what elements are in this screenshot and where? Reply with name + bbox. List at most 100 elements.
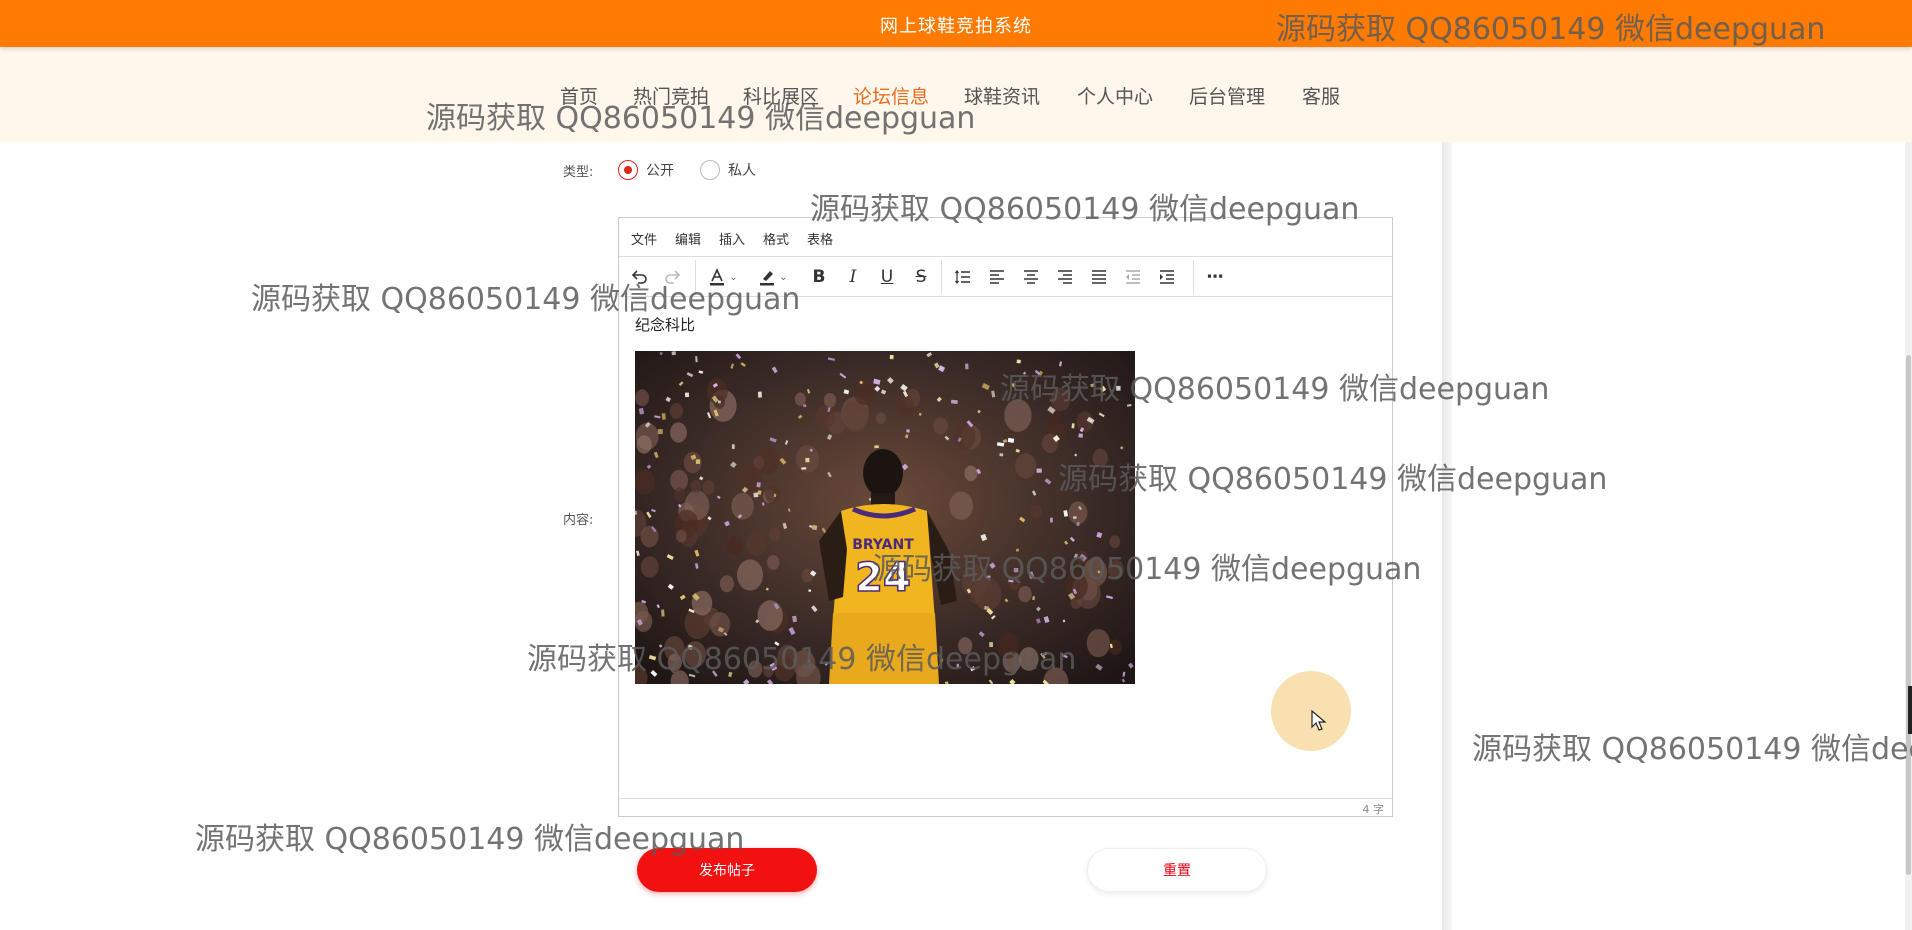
align-left-icon[interactable] xyxy=(985,264,1009,290)
crowd-head xyxy=(974,577,1002,611)
watermark: 源码获取 QQ86050149 微信deepguan xyxy=(1472,732,1912,767)
confetti-piece xyxy=(695,459,701,465)
highlight-icon[interactable]: ⌄ xyxy=(751,264,795,290)
menu-insert[interactable]: 插入 xyxy=(719,229,745,248)
mouse-cursor-icon xyxy=(1311,710,1327,731)
crowd-head xyxy=(753,455,765,469)
toolbar-separator xyxy=(941,260,942,294)
crowd-head xyxy=(853,379,875,405)
content-label: 内容: xyxy=(563,513,594,528)
crowd-head xyxy=(640,556,659,578)
radio-private-circle[interactable] xyxy=(700,160,720,180)
nav-item-admin[interactable]: 后台管理 xyxy=(1189,82,1265,109)
crowd-head xyxy=(748,660,763,678)
confetti-piece xyxy=(801,467,807,470)
crowd-head xyxy=(1050,387,1071,412)
type-label: 类型: xyxy=(563,165,594,180)
crowd-head xyxy=(757,600,783,631)
crowd-head xyxy=(896,395,915,418)
confetti-piece xyxy=(965,363,969,370)
confetti-piece xyxy=(661,609,665,617)
outdent-icon[interactable] xyxy=(1121,264,1145,290)
indent-icon[interactable] xyxy=(1155,264,1179,290)
publish-post-button[interactable]: 发布帖子 xyxy=(637,848,817,892)
nav-item-kobe-zone[interactable]: 科比展区 xyxy=(743,82,819,109)
nav-item-customer-service[interactable]: 客服 xyxy=(1302,82,1340,109)
radio-private[interactable]: 私人 xyxy=(700,159,756,181)
crowd-head xyxy=(674,487,686,502)
crowd-head xyxy=(964,465,978,482)
crowd-head xyxy=(737,559,763,591)
radio-public[interactable]: 公开 xyxy=(618,159,674,181)
confetti-piece xyxy=(731,444,735,449)
confetti-piece xyxy=(803,404,807,408)
italic-icon[interactable]: I xyxy=(841,264,865,290)
nav-item-personal-center[interactable]: 个人中心 xyxy=(1077,82,1153,109)
crowd-head xyxy=(794,392,806,406)
confetti-piece xyxy=(671,351,676,356)
confetti-piece xyxy=(1073,516,1077,519)
crowd-head xyxy=(684,641,707,668)
menu-edit[interactable]: 编辑 xyxy=(675,229,701,248)
confetti-piece xyxy=(1050,517,1053,523)
line-height-icon[interactable] xyxy=(951,264,975,290)
confetti-piece xyxy=(717,400,721,404)
crowd-head xyxy=(667,653,682,671)
align-center-icon[interactable] xyxy=(1019,264,1043,290)
menu-table[interactable]: 表格 xyxy=(807,229,833,248)
confetti-piece xyxy=(657,429,663,435)
kobe-bryant-photo[interactable]: BRYANT 24 xyxy=(635,351,1135,684)
crowd-head xyxy=(1109,535,1120,549)
nav-item-home[interactable]: 首页 xyxy=(560,82,598,109)
word-count: 4 字 xyxy=(1362,803,1385,816)
crowd-head xyxy=(1015,453,1037,479)
confetti-piece xyxy=(1007,437,1015,443)
bold-icon[interactable]: B xyxy=(807,264,831,290)
crowd-head xyxy=(823,393,837,408)
nav-item-sneaker-news[interactable]: 球鞋资讯 xyxy=(964,82,1040,109)
crowd-head xyxy=(636,435,652,454)
undo-icon[interactable] xyxy=(627,264,651,290)
crowd-head xyxy=(669,403,684,419)
post-content-text[interactable]: 纪念科比 xyxy=(635,314,695,335)
nav-item-hot-auctions[interactable]: 热门竞拍 xyxy=(633,82,709,109)
confetti-piece xyxy=(1036,468,1042,473)
crowd-head xyxy=(1092,448,1108,468)
menu-format[interactable]: 格式 xyxy=(763,229,789,248)
menu-file[interactable]: 文件 xyxy=(631,229,657,248)
redo-icon[interactable] xyxy=(661,264,685,290)
strikethrough-icon[interactable]: S xyxy=(909,264,933,290)
crowd-head xyxy=(635,389,650,407)
more-icon[interactable]: ⋯ xyxy=(1201,264,1229,290)
radio-public-circle[interactable] xyxy=(618,160,638,180)
crowd-head xyxy=(958,637,973,655)
crowd-head xyxy=(1004,399,1032,432)
reset-button[interactable]: 重置 xyxy=(1087,848,1267,892)
crowd-head xyxy=(949,491,973,520)
confetti-piece xyxy=(1013,568,1019,573)
confetti-piece xyxy=(1071,423,1075,429)
align-right-icon[interactable] xyxy=(1053,264,1077,290)
top-header: 网上球鞋竞拍系统 xyxy=(0,0,1912,47)
crowd-head xyxy=(727,536,743,555)
crowd-head xyxy=(842,400,869,432)
text-color-icon[interactable]: ⌄ xyxy=(703,264,743,290)
content-edge xyxy=(1442,142,1452,930)
main-nav: 首页 热门竞拍 科比展区 论坛信息 球鞋资讯 个人中心 后台管理 客服 xyxy=(0,47,1912,142)
confetti-piece xyxy=(906,429,910,433)
crowd-head xyxy=(719,575,734,593)
crowd-head xyxy=(769,527,781,541)
confetti-piece xyxy=(684,392,690,398)
confetti-piece xyxy=(661,413,666,420)
justify-icon[interactable] xyxy=(1087,264,1111,290)
scrollbar-thumb[interactable] xyxy=(1906,355,1911,875)
underline-icon[interactable]: U xyxy=(875,264,899,290)
crowd-head xyxy=(774,656,795,682)
toolbar-separator xyxy=(1193,260,1194,294)
nav-item-forum[interactable]: 论坛信息 xyxy=(853,82,929,109)
editor-toolbar: ⌄ ⌄ B I U S ⋯ xyxy=(619,257,1392,297)
crowd-head xyxy=(1086,629,1111,658)
radio-public-label: 公开 xyxy=(646,163,674,179)
confetti-piece xyxy=(950,399,958,404)
crowd-head xyxy=(765,484,781,504)
